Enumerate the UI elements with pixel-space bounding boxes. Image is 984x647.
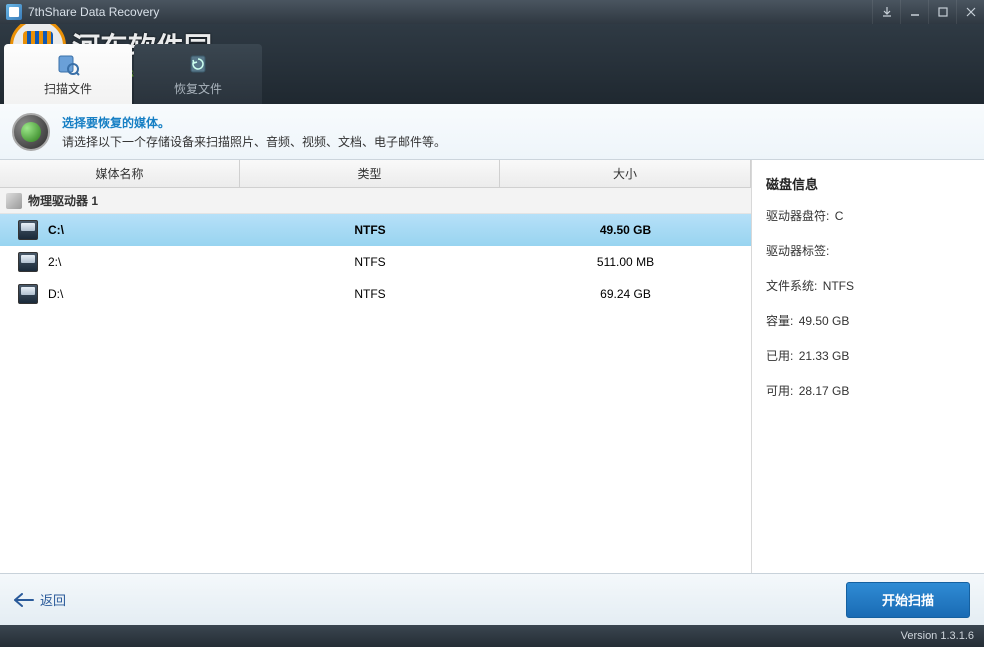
disk-info-heading: 磁盘信息 — [766, 174, 970, 193]
drive-row[interactable]: D:\ NTFS69.24 GB — [0, 278, 751, 310]
drive-row[interactable]: 2:\ NTFS511.00 MB — [0, 246, 751, 278]
drive-size: 49.50 GB — [500, 223, 751, 237]
banner: 河东软件园 www.pc0359.cn 扫描文件 恢复文件 — [0, 24, 984, 104]
tab-scan-label: 扫描文件 — [44, 80, 92, 97]
info-desc: 请选择以下一个存储设备来扫描照片、音频、视频、文档、电子邮件等。 — [62, 133, 446, 150]
download-button[interactable] — [872, 0, 900, 24]
media-select-icon — [12, 113, 50, 151]
back-button[interactable]: 返回 — [14, 590, 66, 609]
close-button[interactable] — [956, 0, 984, 24]
recover-files-icon — [186, 52, 210, 76]
col-header-type[interactable]: 类型 — [240, 160, 500, 187]
statusbar: Version 1.3.1.6 — [0, 625, 984, 647]
col-header-name[interactable]: 媒体名称 — [0, 160, 240, 187]
drive-group-label: 物理驱动器 1 — [28, 192, 98, 209]
drive-list-panel: 媒体名称 类型 大小 物理驱动器 1 C:\NTFS49.50 GB2:\NTF… — [0, 160, 752, 573]
maximize-button[interactable] — [928, 0, 956, 24]
tab-recover[interactable]: 恢复文件 — [134, 44, 262, 104]
disk-letter-row: 驱动器盘符: C — [766, 207, 970, 224]
drive-type: NTFS — [240, 287, 500, 301]
drive-name: C:\ — [48, 223, 64, 237]
disk-info-panel: 磁盘信息 驱动器盘符: C 驱动器标签: 文件系统: NTFS 容量: 49.5… — [752, 160, 984, 573]
tab-recover-label: 恢复文件 — [174, 80, 222, 97]
info-title: 选择要恢复的媒体。 — [62, 114, 446, 131]
tabs: 扫描文件 恢复文件 — [4, 44, 262, 104]
tab-scan[interactable]: 扫描文件 — [4, 44, 132, 104]
disk-used-row: 已用: 21.33 GB — [766, 347, 970, 364]
version-label: Version 1.3.1.6 — [901, 630, 974, 642]
disk-label-row: 驱动器标签: — [766, 242, 970, 259]
physical-drive-icon — [6, 193, 22, 209]
disk-fs-row: 文件系统: NTFS — [766, 277, 970, 294]
drive-icon — [18, 252, 38, 272]
drive-icon — [18, 284, 38, 304]
list-header: 媒体名称 类型 大小 — [0, 160, 751, 188]
drive-icon — [18, 220, 38, 240]
start-scan-button[interactable]: 开始扫描 — [846, 582, 970, 618]
col-header-size[interactable]: 大小 — [500, 160, 751, 187]
footer: 返回 开始扫描 — [0, 573, 984, 625]
start-scan-label: 开始扫描 — [882, 590, 934, 609]
drive-name: D:\ — [48, 287, 63, 301]
disk-capacity-row: 容量: 49.50 GB — [766, 312, 970, 329]
scan-files-icon — [56, 52, 80, 76]
app-icon — [6, 4, 22, 20]
back-arrow-icon — [14, 593, 34, 607]
minimize-button[interactable] — [900, 0, 928, 24]
main-area: 媒体名称 类型 大小 物理驱动器 1 C:\NTFS49.50 GB2:\NTF… — [0, 160, 984, 573]
back-label: 返回 — [40, 590, 66, 609]
drive-size: 69.24 GB — [500, 287, 751, 301]
info-strip: 选择要恢复的媒体。 请选择以下一个存储设备来扫描照片、音频、视频、文档、电子邮件… — [0, 104, 984, 160]
drive-type: NTFS — [240, 223, 500, 237]
drive-row[interactable]: C:\ NTFS49.50 GB — [0, 214, 751, 246]
window-controls — [872, 0, 984, 24]
drive-size: 511.00 MB — [500, 255, 751, 269]
disk-free-row: 可用: 28.17 GB — [766, 382, 970, 399]
drive-type: NTFS — [240, 255, 500, 269]
window-title: 7thShare Data Recovery — [28, 5, 872, 19]
titlebar: 7thShare Data Recovery — [0, 0, 984, 24]
drive-group-row: 物理驱动器 1 — [0, 188, 751, 214]
drive-name: 2:\ — [48, 255, 61, 269]
